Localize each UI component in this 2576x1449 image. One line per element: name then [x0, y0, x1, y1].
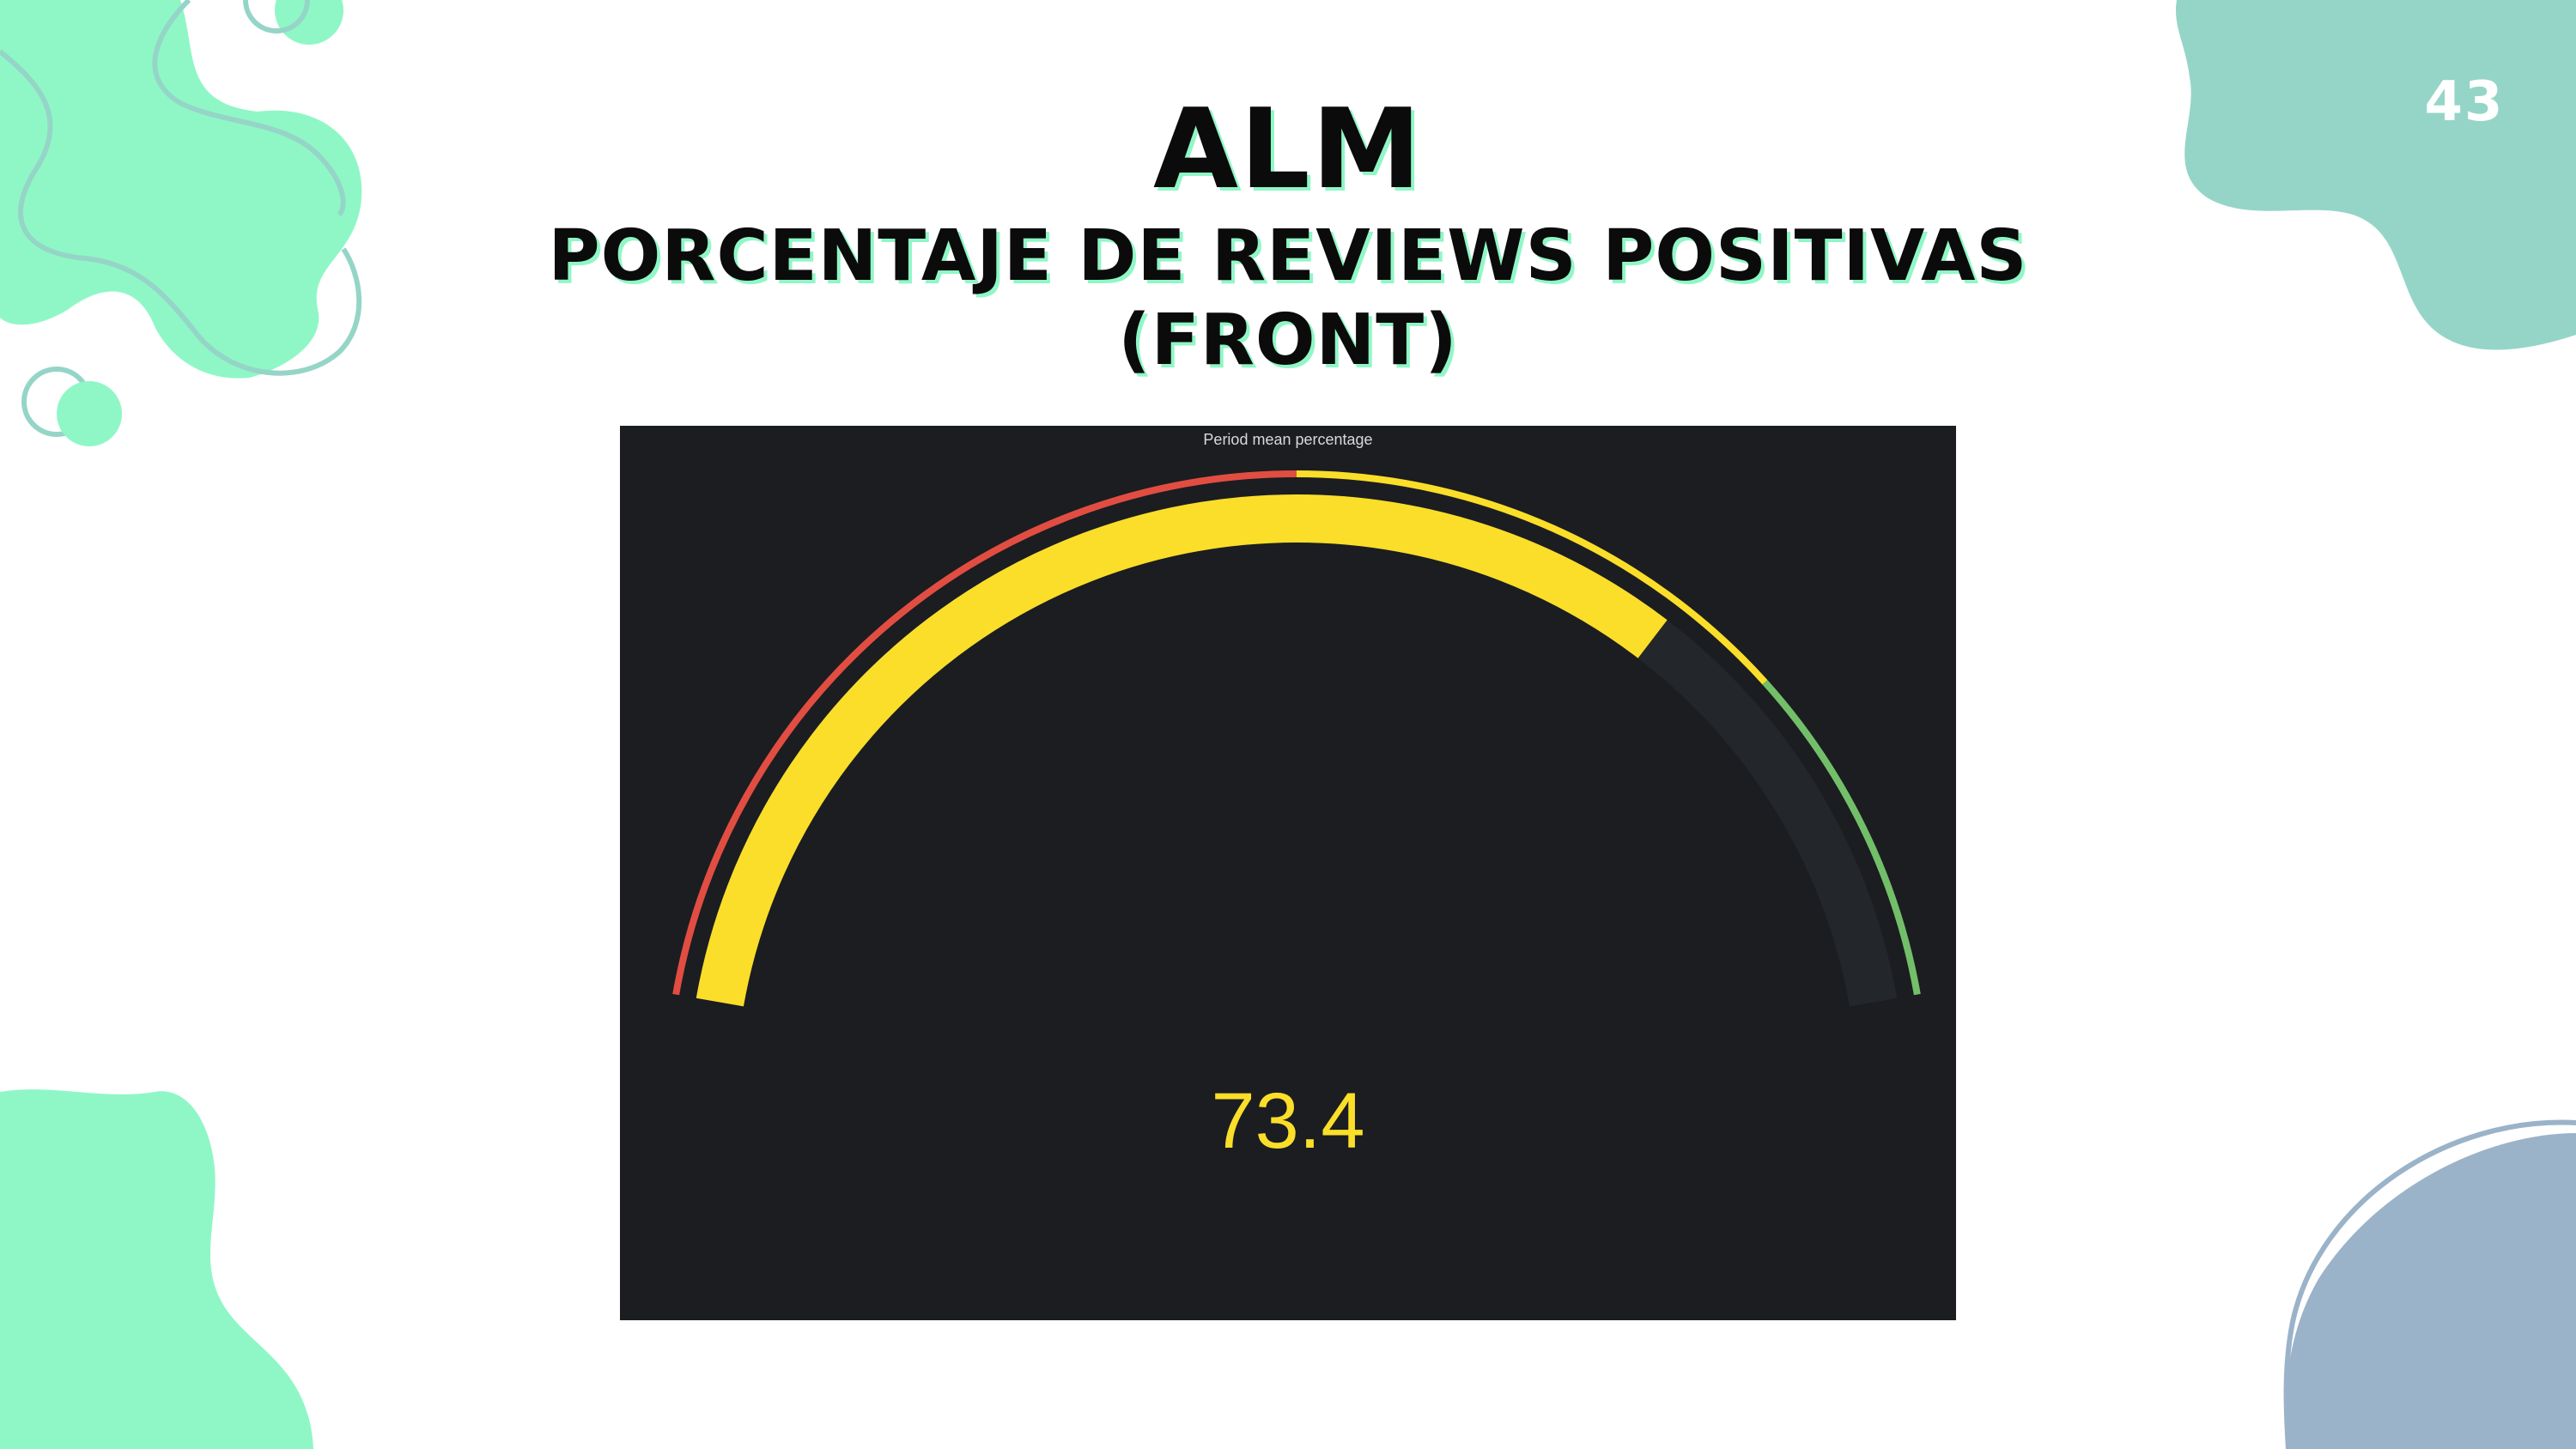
- slide-title: ALM: [1153, 86, 1423, 214]
- slide-subtitle: PORCENTAJE DE REVIEWS POSITIVAS (FRONT): [0, 215, 2576, 383]
- gauge-panel: Period mean percentage 73.4: [620, 426, 1956, 1320]
- gauge-value-arc: [696, 494, 1668, 1007]
- slide-subtitle-line-1: PORCENTAJE DE REVIEWS POSITIVAS: [548, 215, 2028, 297]
- bottom-right-blob: [2285, 1133, 2576, 1449]
- gauge-threshold-band-0: [672, 470, 1297, 996]
- slide-subtitle-line-2: (FRONT): [1118, 300, 1458, 381]
- gauge-track: [696, 494, 1898, 1007]
- gauge-chart: [672, 470, 1921, 1007]
- bottom-left-blob: [0, 1089, 313, 1449]
- top-left-dot: [57, 381, 122, 446]
- gauge-value: 73.4: [1211, 1077, 1365, 1165]
